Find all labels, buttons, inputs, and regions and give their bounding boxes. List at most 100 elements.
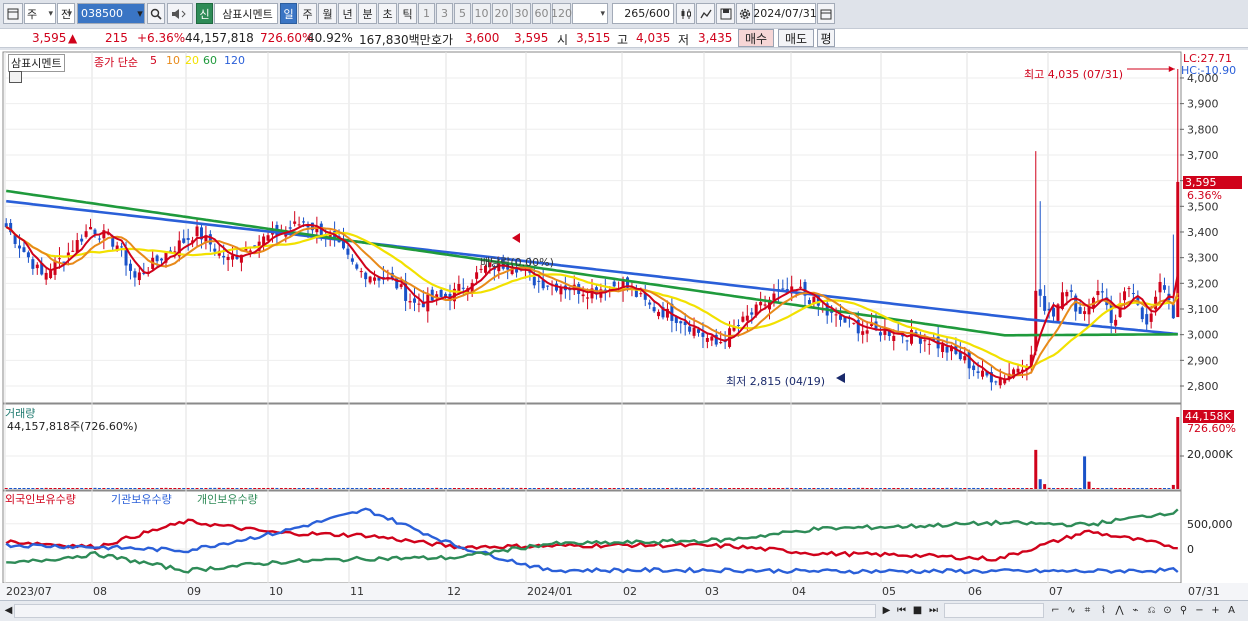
period-unit-select[interactable]: 주: [24, 3, 56, 24]
save-icon[interactable]: [716, 3, 735, 24]
play-icon[interactable]: ▶: [879, 603, 894, 618]
candle-body: [57, 258, 61, 260]
candle-body: [1078, 307, 1082, 314]
volume-bar: [1171, 484, 1175, 489]
price-chart-svg[interactable]: 2023/07 08 09 10 11 12 2024/01 02 03 04 05 06 07 07/3…: [0, 50, 1248, 600]
candle-body: [1127, 288, 1131, 290]
volume-bar: [124, 488, 128, 489]
rewind-icon[interactable]: ⏮: [894, 603, 909, 618]
stock-name-tag[interactable]: 삼표시멘트: [8, 54, 65, 72]
volume-bar: [670, 487, 674, 489]
period-second-button[interactable]: 초: [378, 3, 397, 24]
zoom-out-icon[interactable]: −: [1192, 603, 1207, 618]
evaluate-button[interactable]: 평: [817, 29, 835, 47]
chart-area[interactable]: 2023/07 08 09 10 11 12 2024/01 02 03 04 05 06 07 07/3…: [0, 50, 1248, 600]
volume-bar: [1016, 488, 1020, 489]
count-60-button[interactable]: 60: [532, 3, 551, 24]
count-5-button[interactable]: 5: [454, 3, 471, 24]
tool-icon-1[interactable]: ⌐: [1048, 603, 1063, 618]
prev-toggle[interactable]: 전: [57, 3, 75, 24]
grid-toggle-icon[interactable]: [9, 71, 22, 83]
count-20-button[interactable]: 20: [492, 3, 511, 24]
period-minute-button[interactable]: 분: [358, 3, 377, 24]
font-size-icon[interactable]: A: [1224, 603, 1239, 618]
volume-bar: [816, 488, 820, 489]
high-label: 고: [617, 33, 629, 47]
ma-5-label[interactable]: 5: [150, 54, 157, 67]
period-year-button[interactable]: 년: [338, 3, 357, 24]
volume-bar: [1167, 488, 1171, 489]
ma-20-label[interactable]: 20: [185, 54, 199, 67]
tool-icon-7[interactable]: ⎌: [1144, 603, 1159, 618]
candle-body: [807, 300, 811, 305]
last-change-tag: 6.36%: [1187, 189, 1222, 202]
individual-holding-label[interactable]: 개인보유수량: [197, 491, 258, 507]
ma-type-label[interactable]: 종가 단순: [94, 54, 138, 70]
volume-bar: [719, 488, 723, 489]
volume-bar: [1114, 488, 1118, 489]
volume-bar: [754, 488, 758, 489]
ask-price: 3,595: [514, 31, 549, 45]
volume-bar: [284, 487, 288, 489]
tool-icon-6[interactable]: ⌁: [1128, 603, 1143, 618]
volume-bar: [679, 488, 683, 489]
volume-bar: [1127, 488, 1131, 489]
zoom-search-icon[interactable]: ⚲: [1176, 603, 1191, 618]
count-3-button[interactable]: 3: [436, 3, 453, 24]
volume-bar: [887, 488, 891, 489]
volume-bar: [985, 488, 989, 489]
stop-icon[interactable]: ■: [910, 603, 925, 618]
count-1-button[interactable]: 1: [418, 3, 435, 24]
volume-bar: [847, 488, 851, 489]
window-icon[interactable]: [3, 3, 23, 24]
date-input[interactable]: 2024/07/31: [753, 3, 817, 24]
zoom-in-icon[interactable]: +: [1208, 603, 1223, 618]
buy-button[interactable]: 매수: [738, 29, 774, 47]
fast-forward-icon[interactable]: ⏭: [926, 603, 941, 618]
candle-body: [186, 238, 190, 240]
ma-120-label[interactable]: 120: [224, 54, 245, 67]
period-week-button[interactable]: 주: [298, 3, 317, 24]
tool-icon-8[interactable]: ⊙: [1160, 603, 1175, 618]
candle-body: [231, 255, 235, 260]
volume-bar: [732, 488, 736, 489]
ma-60-label[interactable]: 60: [203, 54, 217, 67]
calendar-icon[interactable]: [817, 3, 835, 24]
period-month-button[interactable]: 월: [318, 3, 337, 24]
volume-bar: [772, 488, 776, 489]
period-day-button[interactable]: 일: [280, 3, 297, 24]
count-120-button[interactable]: 120: [551, 3, 572, 24]
zoom-slider[interactable]: [944, 603, 1044, 618]
stock-name-field[interactable]: 삼표시멘트: [214, 3, 278, 24]
tool-icon-2[interactable]: ∿: [1064, 603, 1079, 618]
institution-holding-label[interactable]: 기관보유수량: [111, 491, 172, 507]
count-20-label: 20: [494, 7, 509, 20]
line-chart-icon[interactable]: [696, 3, 715, 24]
interval-select[interactable]: [572, 3, 608, 24]
tool-icon-5[interactable]: ⋀: [1112, 603, 1127, 618]
bar-count-field[interactable]: 265/600: [612, 3, 674, 24]
search-icon[interactable]: [147, 3, 165, 24]
candle-body: [475, 272, 479, 279]
volume-bar: [22, 488, 26, 489]
volume-bar: [519, 487, 523, 489]
candle-body: [923, 340, 927, 342]
ma-10-label[interactable]: 10: [166, 54, 180, 67]
scroll-track[interactable]: [14, 604, 876, 618]
candle-type-icon[interactable]: [676, 3, 695, 24]
tool-icon-4[interactable]: ⌇: [1096, 603, 1111, 618]
count-30-button[interactable]: 30: [512, 3, 531, 24]
volume-bar: [914, 488, 918, 489]
tool-icon-3[interactable]: ⌗: [1080, 603, 1095, 618]
candle-body: [71, 250, 75, 252]
sound-icon[interactable]: [167, 3, 193, 24]
code-dropdown-icon[interactable]: ▾: [134, 3, 146, 24]
count-10-button[interactable]: 10: [472, 3, 491, 24]
period-tick-button[interactable]: 틱: [398, 3, 417, 24]
volume-bar: [639, 488, 643, 489]
volume-bar: [1007, 488, 1011, 489]
sell-button[interactable]: 매도: [778, 29, 814, 47]
settings-gear-icon[interactable]: [736, 3, 753, 24]
foreign-holding-label[interactable]: 외국인보유수량: [5, 491, 76, 507]
volume-bar: [142, 488, 146, 489]
